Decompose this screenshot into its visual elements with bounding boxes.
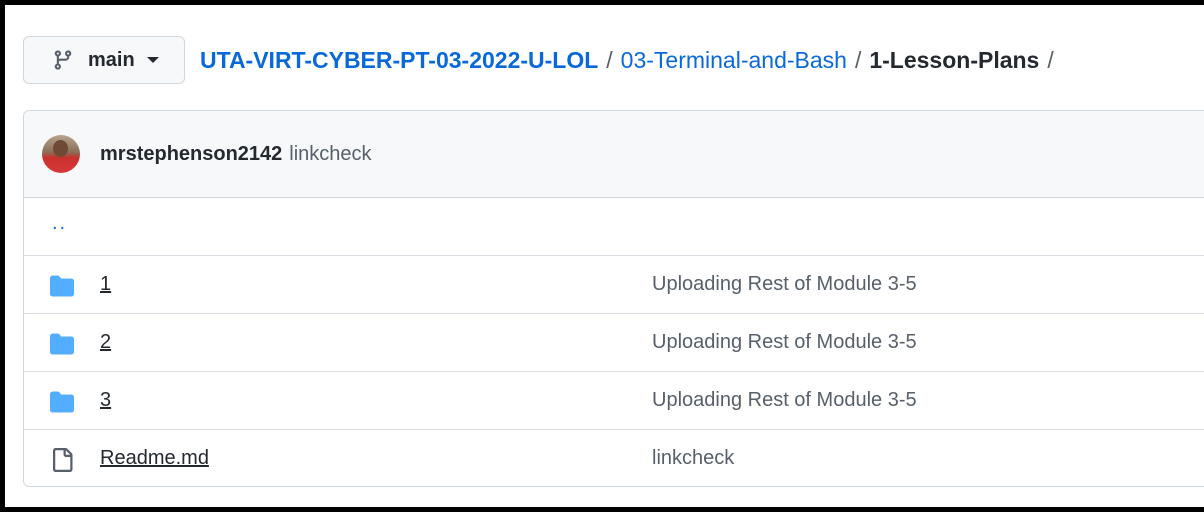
folder-icon — [50, 274, 74, 298]
commit-author-link[interactable]: mrstephenson2142 — [100, 143, 282, 166]
file-name-link[interactable]: 1 — [100, 273, 111, 296]
table-row[interactable]: Readme.md linkcheck — [24, 430, 1204, 486]
commit-message-link[interactable]: linkcheck — [289, 143, 371, 166]
folder-icon — [50, 390, 74, 414]
avatar[interactable] — [42, 135, 80, 173]
table-row[interactable]: 2 Uploading Rest of Module 3-5 — [24, 314, 1204, 372]
breadcrumb-separator: / — [1047, 46, 1054, 73]
parent-directory-row[interactable]: .. — [24, 198, 1204, 256]
git-branch-icon — [52, 49, 74, 71]
table-row[interactable]: 1 Uploading Rest of Module 3-5 — [24, 256, 1204, 314]
breadcrumb: UTA-VIRT-CYBER-PT-03-2022-U-LOL / 03-Ter… — [200, 47, 1062, 74]
branch-selector-button[interactable]: main — [23, 36, 185, 84]
breadcrumb-separator: / — [606, 46, 613, 73]
breadcrumb-folder-link[interactable]: 03-Terminal-and-Bash — [621, 47, 847, 74]
file-name-link[interactable]: 3 — [100, 389, 111, 412]
row-commit-message-link[interactable]: Uploading Rest of Module 3-5 — [652, 389, 917, 412]
branch-label: main — [88, 48, 135, 71]
file-name-link[interactable]: Readme.md — [100, 447, 209, 470]
folder-icon — [50, 332, 74, 356]
latest-commit-bar: mrstephenson2142 linkcheck — [24, 111, 1204, 198]
row-commit-message-link[interactable]: Uploading Rest of Module 3-5 — [652, 331, 917, 354]
breadcrumb-repo-link[interactable]: UTA-VIRT-CYBER-PT-03-2022-U-LOL — [200, 47, 598, 74]
breadcrumb-current: 1-Lesson-Plans — [869, 46, 1040, 73]
table-row[interactable]: 3 Uploading Rest of Module 3-5 — [24, 372, 1204, 430]
row-commit-message-link[interactable]: linkcheck — [652, 447, 734, 470]
chevron-down-icon — [146, 57, 159, 63]
file-name-link[interactable]: 2 — [100, 331, 111, 354]
file-browser: mrstephenson2142 linkcheck .. 1 Uploadin… — [23, 110, 1204, 487]
row-commit-message-link[interactable]: Uploading Rest of Module 3-5 — [652, 273, 917, 296]
repo-header: main UTA-VIRT-CYBER-PT-03-2022-U-LOL / 0… — [23, 35, 1062, 85]
page: main UTA-VIRT-CYBER-PT-03-2022-U-LOL / 0… — [5, 5, 1204, 507]
breadcrumb-separator: / — [854, 46, 862, 73]
file-icon — [50, 448, 74, 472]
parent-directory-link[interactable]: .. — [52, 212, 67, 235]
